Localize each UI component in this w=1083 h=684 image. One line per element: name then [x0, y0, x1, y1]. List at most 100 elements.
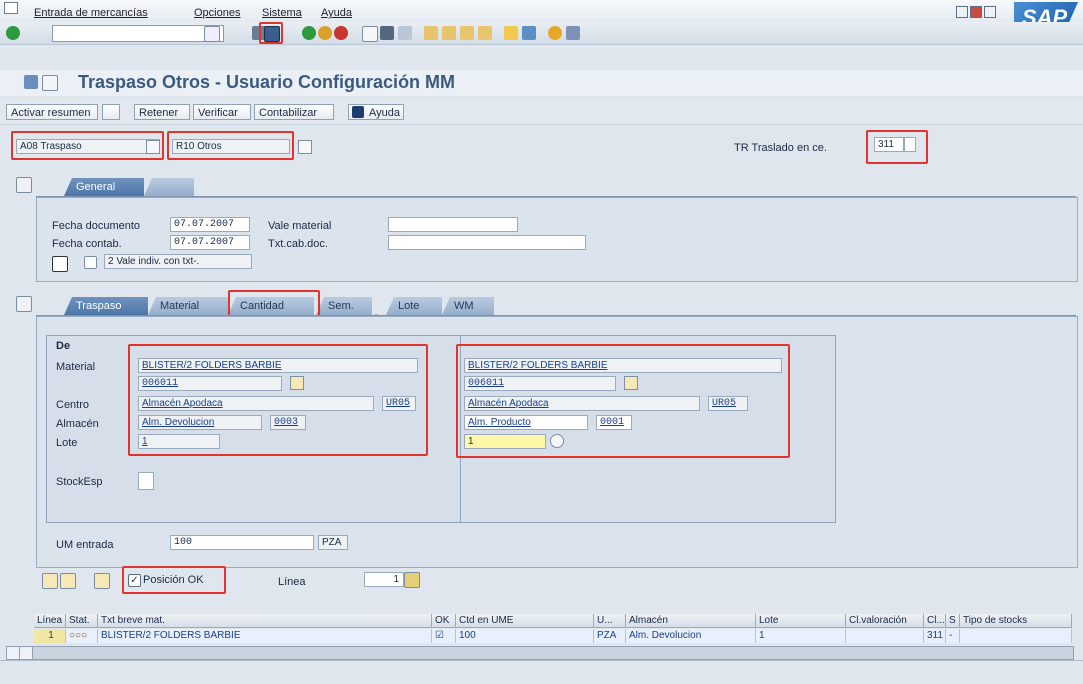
prev-page-icon[interactable]	[442, 26, 456, 40]
find-next-icon[interactable]	[398, 26, 412, 40]
material-label: Material	[56, 361, 96, 373]
cell-s[interactable]: -	[946, 629, 960, 643]
tab-material[interactable]: Material	[148, 297, 228, 315]
cell-clval[interactable]	[846, 629, 924, 643]
col-ctd[interactable]: Ctd en UME	[456, 614, 594, 628]
col-cl[interactable]: Cl...	[924, 614, 946, 628]
cancel-icon[interactable]	[334, 26, 348, 40]
minimize-icon[interactable]	[956, 6, 968, 18]
almacen-label: Almacén	[56, 418, 99, 430]
command-history-icon[interactable]	[204, 26, 220, 42]
find-icon[interactable]	[380, 26, 394, 40]
tab-lote[interactable]: Lote	[386, 297, 442, 315]
retener-button[interactable]: Retener	[134, 104, 190, 120]
menu-icon[interactable]	[42, 75, 58, 91]
fecha-doc-label: Fecha documento	[52, 220, 141, 232]
verificar-button[interactable]: Verificar	[193, 104, 251, 120]
system-menu-icon[interactable]	[4, 2, 18, 14]
next-page-icon[interactable]	[460, 26, 474, 40]
prev-item-icon[interactable]	[60, 573, 76, 589]
stockesp-field[interactable]	[138, 472, 154, 490]
col-stat[interactable]: Stat.	[66, 614, 98, 628]
cell-tipo[interactable]	[960, 629, 1072, 643]
print-option-select[interactable]: 2 Vale indiv. con txt-.	[104, 254, 252, 269]
cell-linea[interactable]: 1	[34, 629, 66, 643]
services-icon[interactable]	[24, 75, 38, 89]
col-ok[interactable]: OK	[432, 614, 456, 628]
txt-cab-field[interactable]	[388, 235, 586, 250]
standard-toolbar	[0, 22, 1083, 45]
expand-header-icon[interactable]	[16, 177, 32, 193]
expand-item-icon[interactable]	[16, 296, 32, 312]
unit-field[interactable]: PZA	[318, 535, 348, 550]
copy-item-icon[interactable]	[94, 573, 110, 589]
tab-traspaso[interactable]: Traspaso	[64, 297, 148, 315]
cell-u[interactable]: PZA	[594, 629, 626, 643]
cell-txt[interactable]: BLISTER/2 FOLDERS BARBIE	[98, 629, 432, 643]
menu-ayuda[interactable]: Ayuda	[321, 7, 352, 19]
new-document-icon[interactable]	[102, 104, 120, 120]
centro-label: Centro	[56, 399, 90, 411]
linea-label: Línea	[278, 576, 306, 588]
print-icon	[52, 256, 68, 272]
col-linea[interactable]: Línea	[34, 614, 66, 628]
print-checkbox[interactable]	[84, 256, 97, 269]
cell-cl[interactable]: 311	[924, 629, 946, 643]
highlight-save	[259, 22, 283, 44]
contabilizar-button[interactable]: Contabilizar	[254, 104, 334, 120]
menu-opciones[interactable]: Opciones	[194, 7, 240, 19]
first-item-icon[interactable]	[42, 573, 58, 589]
menu-sistema[interactable]: Sistema	[262, 7, 302, 19]
shortcut-icon[interactable]	[522, 26, 536, 40]
scroll-left-icon[interactable]	[7, 647, 20, 659]
exit-icon[interactable]	[318, 26, 332, 40]
goto-item-icon[interactable]	[404, 572, 420, 588]
fecha-contab-label: Fecha contab.	[52, 238, 122, 250]
horizontal-scrollbar[interactable]	[6, 646, 1074, 660]
from-title: De	[56, 340, 71, 352]
status-lights-icon: ○○○	[66, 629, 98, 643]
menu-entrada[interactable]: Entrada de mercancías	[34, 7, 148, 19]
highlight-posicion-ok	[122, 566, 226, 594]
cell-ctd[interactable]: 100	[456, 629, 594, 643]
col-lote[interactable]: Lote	[756, 614, 846, 628]
command-field[interactable]	[52, 25, 224, 42]
col-almacen[interactable]: Almacén	[626, 614, 756, 628]
movement-type-label: TR Traslado en ce.	[734, 142, 827, 154]
txt-cab-label: Txt.cab.doc.	[268, 238, 328, 250]
vale-material-field[interactable]	[388, 217, 518, 232]
scroll-right-icon[interactable]	[20, 647, 33, 659]
close-icon[interactable]	[984, 6, 996, 18]
col-clval[interactable]: Cl.valoración	[846, 614, 924, 628]
new-session-icon[interactable]	[504, 26, 518, 40]
print-icon[interactable]	[362, 26, 378, 42]
tab-general[interactable]: General	[64, 178, 144, 196]
cell-almacen[interactable]: Alm. Devolucion	[626, 629, 756, 643]
lote-label: Lote	[56, 437, 78, 449]
col-s[interactable]: S	[946, 614, 960, 628]
help-icon[interactable]	[548, 26, 562, 40]
maximize-icon[interactable]	[970, 6, 982, 18]
first-page-icon[interactable]	[424, 26, 438, 40]
fecha-doc-field[interactable]: 07.07.2007	[170, 217, 250, 232]
tab-partner[interactable]	[144, 178, 194, 196]
stockesp-label: StockEsp	[56, 476, 103, 488]
cell-lote[interactable]: 1	[756, 629, 846, 643]
qty-field[interactable]: 100	[170, 535, 314, 550]
tab-wm[interactable]: WM	[442, 297, 494, 315]
dropdown-icon[interactable]	[298, 140, 312, 154]
highlight-from	[128, 344, 428, 456]
activar-resumen-button[interactable]: Activar resumen	[6, 104, 98, 120]
last-page-icon[interactable]	[478, 26, 492, 40]
col-u[interactable]: U...	[594, 614, 626, 628]
tab-sem[interactable]: Sem.	[316, 297, 372, 315]
enter-icon[interactable]	[6, 26, 20, 40]
cell-ok-checkbox[interactable]: ☑	[432, 629, 456, 643]
linea-field[interactable]: 1	[364, 572, 404, 587]
col-tipo[interactable]: Tipo de stocks	[960, 614, 1072, 628]
back-icon[interactable]	[302, 26, 316, 40]
highlight-to	[456, 344, 790, 458]
col-txt[interactable]: Txt breve mat.	[98, 614, 432, 628]
fecha-contab-field[interactable]: 07.07.2007	[170, 235, 250, 250]
layout-icon[interactable]	[566, 26, 580, 40]
